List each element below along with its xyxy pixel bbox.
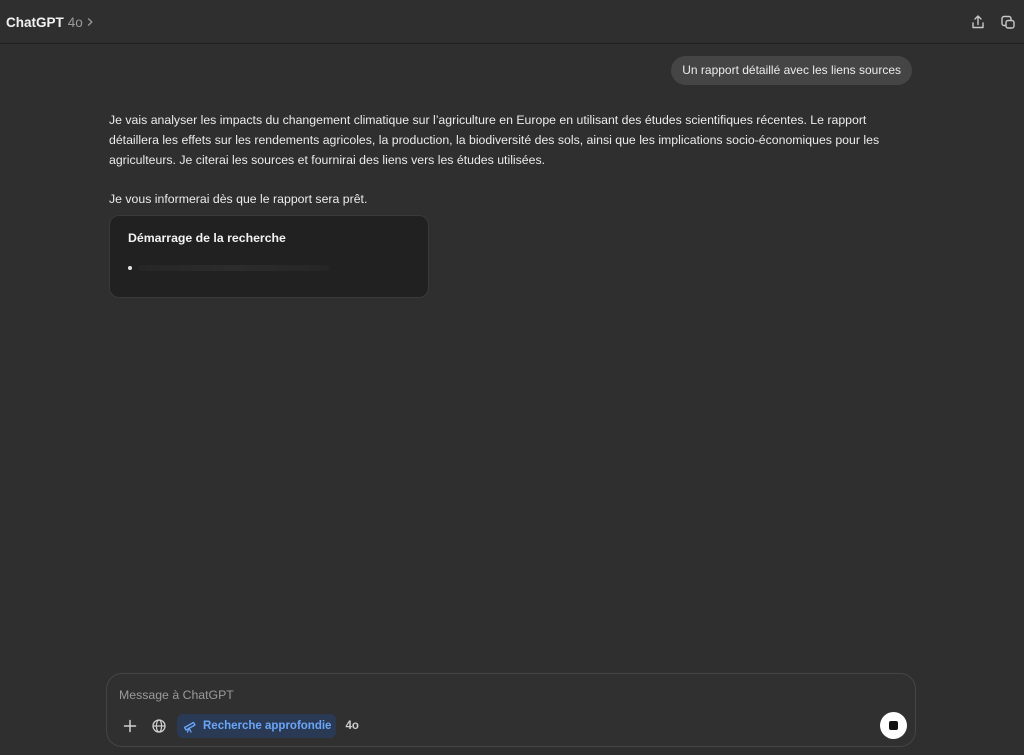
chevron-right-icon: [85, 17, 95, 27]
bullet-dot: [128, 266, 132, 270]
stop-button[interactable]: [880, 712, 907, 739]
user-message-bubble: Un rapport détaillé avec les liens sourc…: [671, 56, 912, 85]
assistant-message: Je vais analyser les impacts du changeme…: [109, 110, 909, 209]
loading-skeleton: [139, 265, 329, 271]
new-window-icon[interactable]: [998, 12, 1018, 32]
share-icon[interactable]: [968, 12, 988, 32]
research-progress-item: [128, 265, 329, 271]
stop-icon: [889, 721, 898, 730]
deep-research-label: Recherche approfondie: [203, 720, 332, 732]
top-actions: [968, 12, 1018, 32]
globe-icon[interactable]: [148, 715, 170, 737]
model-switcher[interactable]: ChatGPT 4o: [6, 12, 95, 32]
deep-research-button[interactable]: Recherche approfondie: [177, 714, 337, 738]
message-input[interactable]: [119, 686, 859, 704]
plus-icon[interactable]: [119, 715, 141, 737]
research-card-title: Démarrage de la recherche: [128, 231, 286, 245]
model-tag[interactable]: 4o: [345, 720, 358, 732]
app-name: ChatGPT: [6, 14, 64, 30]
composer-tools: Recherche approfondie 4o: [119, 714, 359, 738]
top-bar: ChatGPT 4o: [0, 0, 1024, 44]
assistant-paragraph: Je vous informerai dès que le rapport se…: [109, 192, 368, 206]
assistant-paragraph: Je vais analyser les impacts du changeme…: [109, 113, 880, 167]
telescope-icon: [182, 718, 198, 734]
message-composer: Recherche approfondie 4o: [106, 673, 916, 747]
research-status-card: Démarrage de la recherche: [109, 215, 429, 298]
model-version: 4o: [67, 14, 83, 30]
